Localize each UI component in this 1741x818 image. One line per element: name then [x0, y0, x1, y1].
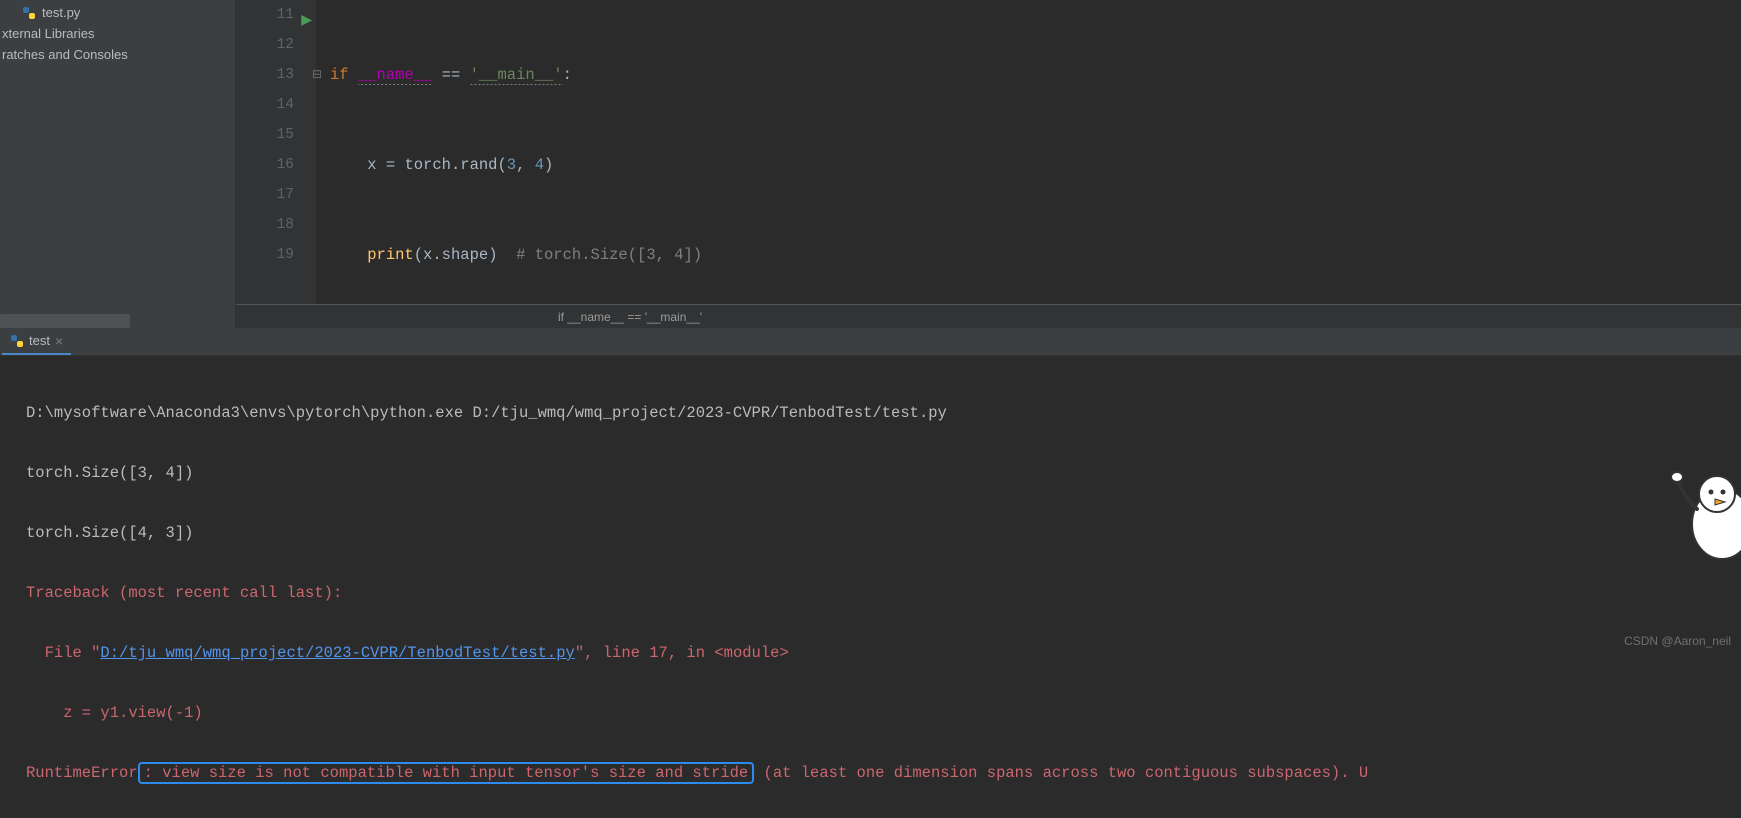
code-editor[interactable]: 11▶ 12 13 14 15 16 17 18 19 ⊟if __name__… [236, 0, 1741, 328]
traceback-file-link[interactable]: D:/tju_wmq/wmq_project/2023-CVPR/TenbodT… [100, 644, 574, 662]
run-tab-test[interactable]: test × [2, 328, 71, 355]
line-number: 16 [277, 157, 294, 173]
console-error-line: RuntimeError: view size is not compatibl… [26, 758, 1737, 788]
console-traceback-head: Traceback (most recent call last): [26, 578, 1737, 608]
console-line-out2: torch.Size([4, 3]) [26, 518, 1737, 548]
run-console[interactable]: D:\mysoftware\Anaconda3\envs\pytorch\pyt… [0, 356, 1741, 626]
line-number: 12 [277, 37, 294, 53]
sidebar-item-label: xternal Libraries [2, 26, 95, 41]
fold-icon[interactable]: ⊟ [312, 60, 322, 90]
line-number: 11 [277, 7, 294, 23]
run-gutter-icon[interactable]: ▶ [301, 6, 312, 36]
line-number: 15 [277, 127, 294, 143]
code-line-11[interactable]: ⊟if __name__ == '__main__': [330, 60, 1741, 90]
console-line-cmd: D:\mysoftware\Anaconda3\envs\pytorch\pyt… [26, 398, 1737, 428]
sidebar-external-libraries[interactable]: xternal Libraries [0, 23, 235, 44]
mascot-decoration [1667, 454, 1741, 564]
run-tab-bar: test × [0, 328, 1741, 356]
sidebar-file-test[interactable]: test.py [0, 2, 235, 23]
python-file-icon [22, 6, 36, 20]
line-number: 13 [277, 67, 294, 83]
line-number: 17 [277, 187, 294, 203]
line-number: 19 [277, 247, 294, 263]
watermark: CSDN @Aaron_neil [1624, 634, 1731, 648]
breadcrumb[interactable]: if __name__ == '__main__' [236, 304, 1741, 328]
line-number: 14 [277, 97, 294, 113]
code-line-12[interactable]: x = torch.rand(3, 4) [330, 150, 1741, 180]
sidebar-scratches[interactable]: ratches and Consoles [0, 44, 235, 65]
console-traceback-file: File "D:/tju_wmq/wmq_project/2023-CVPR/T… [26, 638, 1737, 668]
line-number: 18 [277, 217, 294, 233]
breadcrumb-text: if __name__ == '__main__' [558, 310, 702, 324]
close-icon[interactable]: × [55, 333, 63, 349]
code-line-13[interactable]: print(x.shape) # torch.Size([3, 4]) [330, 240, 1741, 270]
sidebar-item-label: ratches and Consoles [2, 47, 128, 62]
sidebar-scrollbar[interactable] [0, 314, 130, 328]
code-content[interactable]: ⊟if __name__ == '__main__': x = torch.ra… [316, 0, 1741, 304]
python-run-icon [10, 334, 24, 348]
run-tab-label: test [29, 333, 50, 348]
console-line-out1: torch.Size([3, 4]) [26, 458, 1737, 488]
sidebar-item-label: test.py [42, 5, 80, 20]
console-traceback-code: z = y1.view(-1) [26, 698, 1737, 728]
editor-gutter[interactable]: 11 ▶ 12 13 14 15 16 17 18 19 [236, 0, 316, 304]
project-sidebar[interactable]: test.py xternal Libraries ratches and Co… [0, 0, 236, 328]
